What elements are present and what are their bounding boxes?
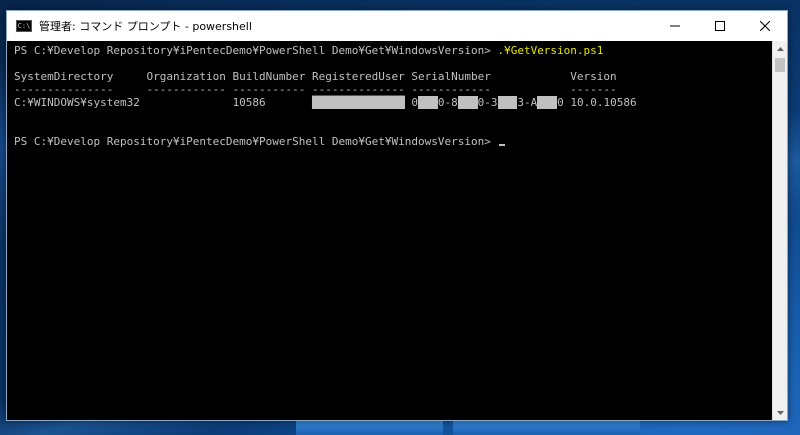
minimize-icon [669, 25, 680, 27]
minimize-button[interactable] [652, 11, 697, 41]
window-controls [652, 11, 787, 41]
scroll-down-button[interactable] [773, 405, 788, 420]
serial-part: 0 [557, 96, 564, 109]
table-header-underline: --------------- ------------ -----------… [14, 83, 617, 96]
scroll-up-button[interactable] [773, 41, 788, 56]
build-number-cell: 10586 [232, 96, 266, 109]
maximize-icon [714, 21, 725, 31]
prompt-text: PS C:¥Develop Repository¥iPentecDemo¥Pow… [14, 44, 498, 57]
serial-part: 3-A [517, 96, 538, 109]
maximize-button[interactable] [697, 11, 742, 41]
command-text: .¥GetVersion.ps1 [497, 44, 604, 57]
prompt-text: PS C:¥Develop Repository¥iPentecDemo¥Pow… [14, 135, 498, 148]
console-app-icon-label: C:\ [17, 21, 31, 30]
prompt-line: PS C:¥Develop Repository¥iPentecDemo¥Pow… [14, 135, 772, 148]
chevron-up-icon [777, 46, 784, 51]
console-app-icon[interactable]: C:\ [16, 20, 32, 32]
scrollbar-thumb[interactable] [775, 58, 785, 72]
console-output[interactable]: PS C:¥Develop Repository¥iPentecDemo¥Pow… [7, 41, 772, 420]
serial-part: 0-3 [477, 96, 498, 109]
registered-user-cell-redacted: ██████████████ [312, 96, 405, 109]
powershell-window[interactable]: C:\ 管理者: コマンド プロンプト - powershell PS C:¥D… [6, 10, 788, 421]
serial-redaction [537, 96, 558, 109]
vertical-scrollbar[interactable] [772, 41, 787, 420]
serial-redaction [418, 96, 438, 109]
close-button[interactable] [742, 11, 787, 41]
serial-redaction [497, 96, 518, 109]
prompt-line: PS C:¥Develop Repository¥iPentecDemo¥Pow… [14, 44, 772, 57]
system-directory-cell: C:¥WINDOWS¥system32 [14, 96, 140, 109]
window-title: 管理者: コマンド プロンプト - powershell [39, 20, 252, 33]
version-cell: 10.0.10586 [570, 96, 637, 109]
serial-part: 0-8 [437, 96, 458, 109]
title-bar[interactable]: C:\ 管理者: コマンド プロンプト - powershell [7, 11, 787, 41]
serial-redaction [457, 96, 478, 109]
chevron-down-icon [777, 410, 784, 415]
table-header: SystemDirectory Organization BuildNumber… [14, 70, 617, 83]
close-icon [759, 21, 770, 31]
table-row: C:¥WINDOWS¥system32 10586 ██████████████… [14, 96, 772, 109]
text-cursor [499, 144, 506, 146]
